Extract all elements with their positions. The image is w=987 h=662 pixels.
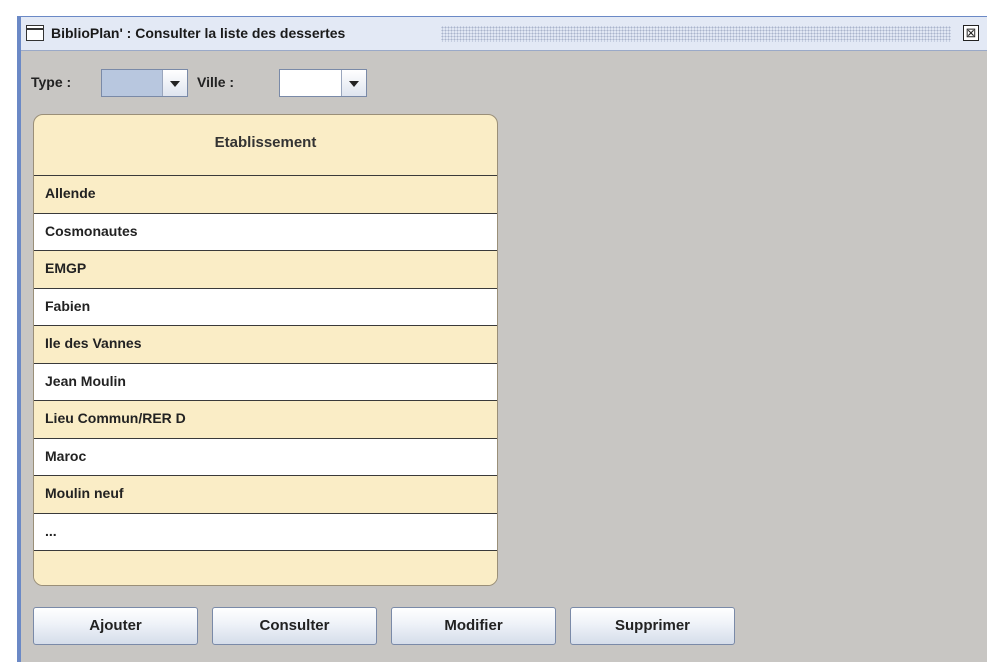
- table-row[interactable]: Allende: [34, 176, 497, 214]
- etablissement-table: Etablissement Allende Cosmonautes EMGP F…: [33, 114, 498, 586]
- table-row[interactable]: Moulin neuf: [34, 476, 497, 514]
- ville-select-value: [280, 70, 342, 96]
- view-button[interactable]: Consulter: [212, 607, 377, 645]
- table-row[interactable]: Maroc: [34, 438, 497, 476]
- table-row[interactable]: ...: [34, 513, 497, 551]
- ville-label: Ville :: [197, 74, 235, 90]
- action-bar: Ajouter Consulter Modifier Supprimer: [33, 607, 753, 647]
- window-title: BiblioPlan' : Consulter la liste des des…: [51, 25, 346, 41]
- edit-button[interactable]: Modifier: [391, 607, 556, 645]
- title-bar[interactable]: BiblioPlan' : Consulter la liste des des…: [21, 17, 987, 51]
- table-row-empty[interactable]: [34, 551, 497, 585]
- table-row[interactable]: Cosmonautes: [34, 213, 497, 251]
- table-row[interactable]: EMGP: [34, 251, 497, 289]
- title-bar-grip: [441, 26, 951, 42]
- type-select[interactable]: [101, 69, 188, 97]
- table-row[interactable]: Ile des Vannes: [34, 326, 497, 364]
- column-header-etablissement[interactable]: Etablissement: [34, 115, 497, 176]
- filter-bar: Type : Ville :: [31, 69, 431, 99]
- type-select-value: [102, 70, 163, 96]
- table-row[interactable]: Fabien: [34, 288, 497, 326]
- ville-select[interactable]: [279, 69, 367, 97]
- delete-button[interactable]: Supprimer: [570, 607, 735, 645]
- main-window: BiblioPlan' : Consulter la liste des des…: [17, 16, 987, 662]
- chevron-down-icon[interactable]: [162, 70, 187, 96]
- close-icon[interactable]: ⊠: [963, 25, 979, 41]
- window-icon: [26, 25, 44, 41]
- type-label: Type :: [31, 74, 72, 90]
- chevron-down-icon[interactable]: [341, 70, 366, 96]
- table-row[interactable]: Jean Moulin: [34, 363, 497, 401]
- add-button[interactable]: Ajouter: [33, 607, 198, 645]
- table-row[interactable]: Lieu Commun/RER D: [34, 401, 497, 439]
